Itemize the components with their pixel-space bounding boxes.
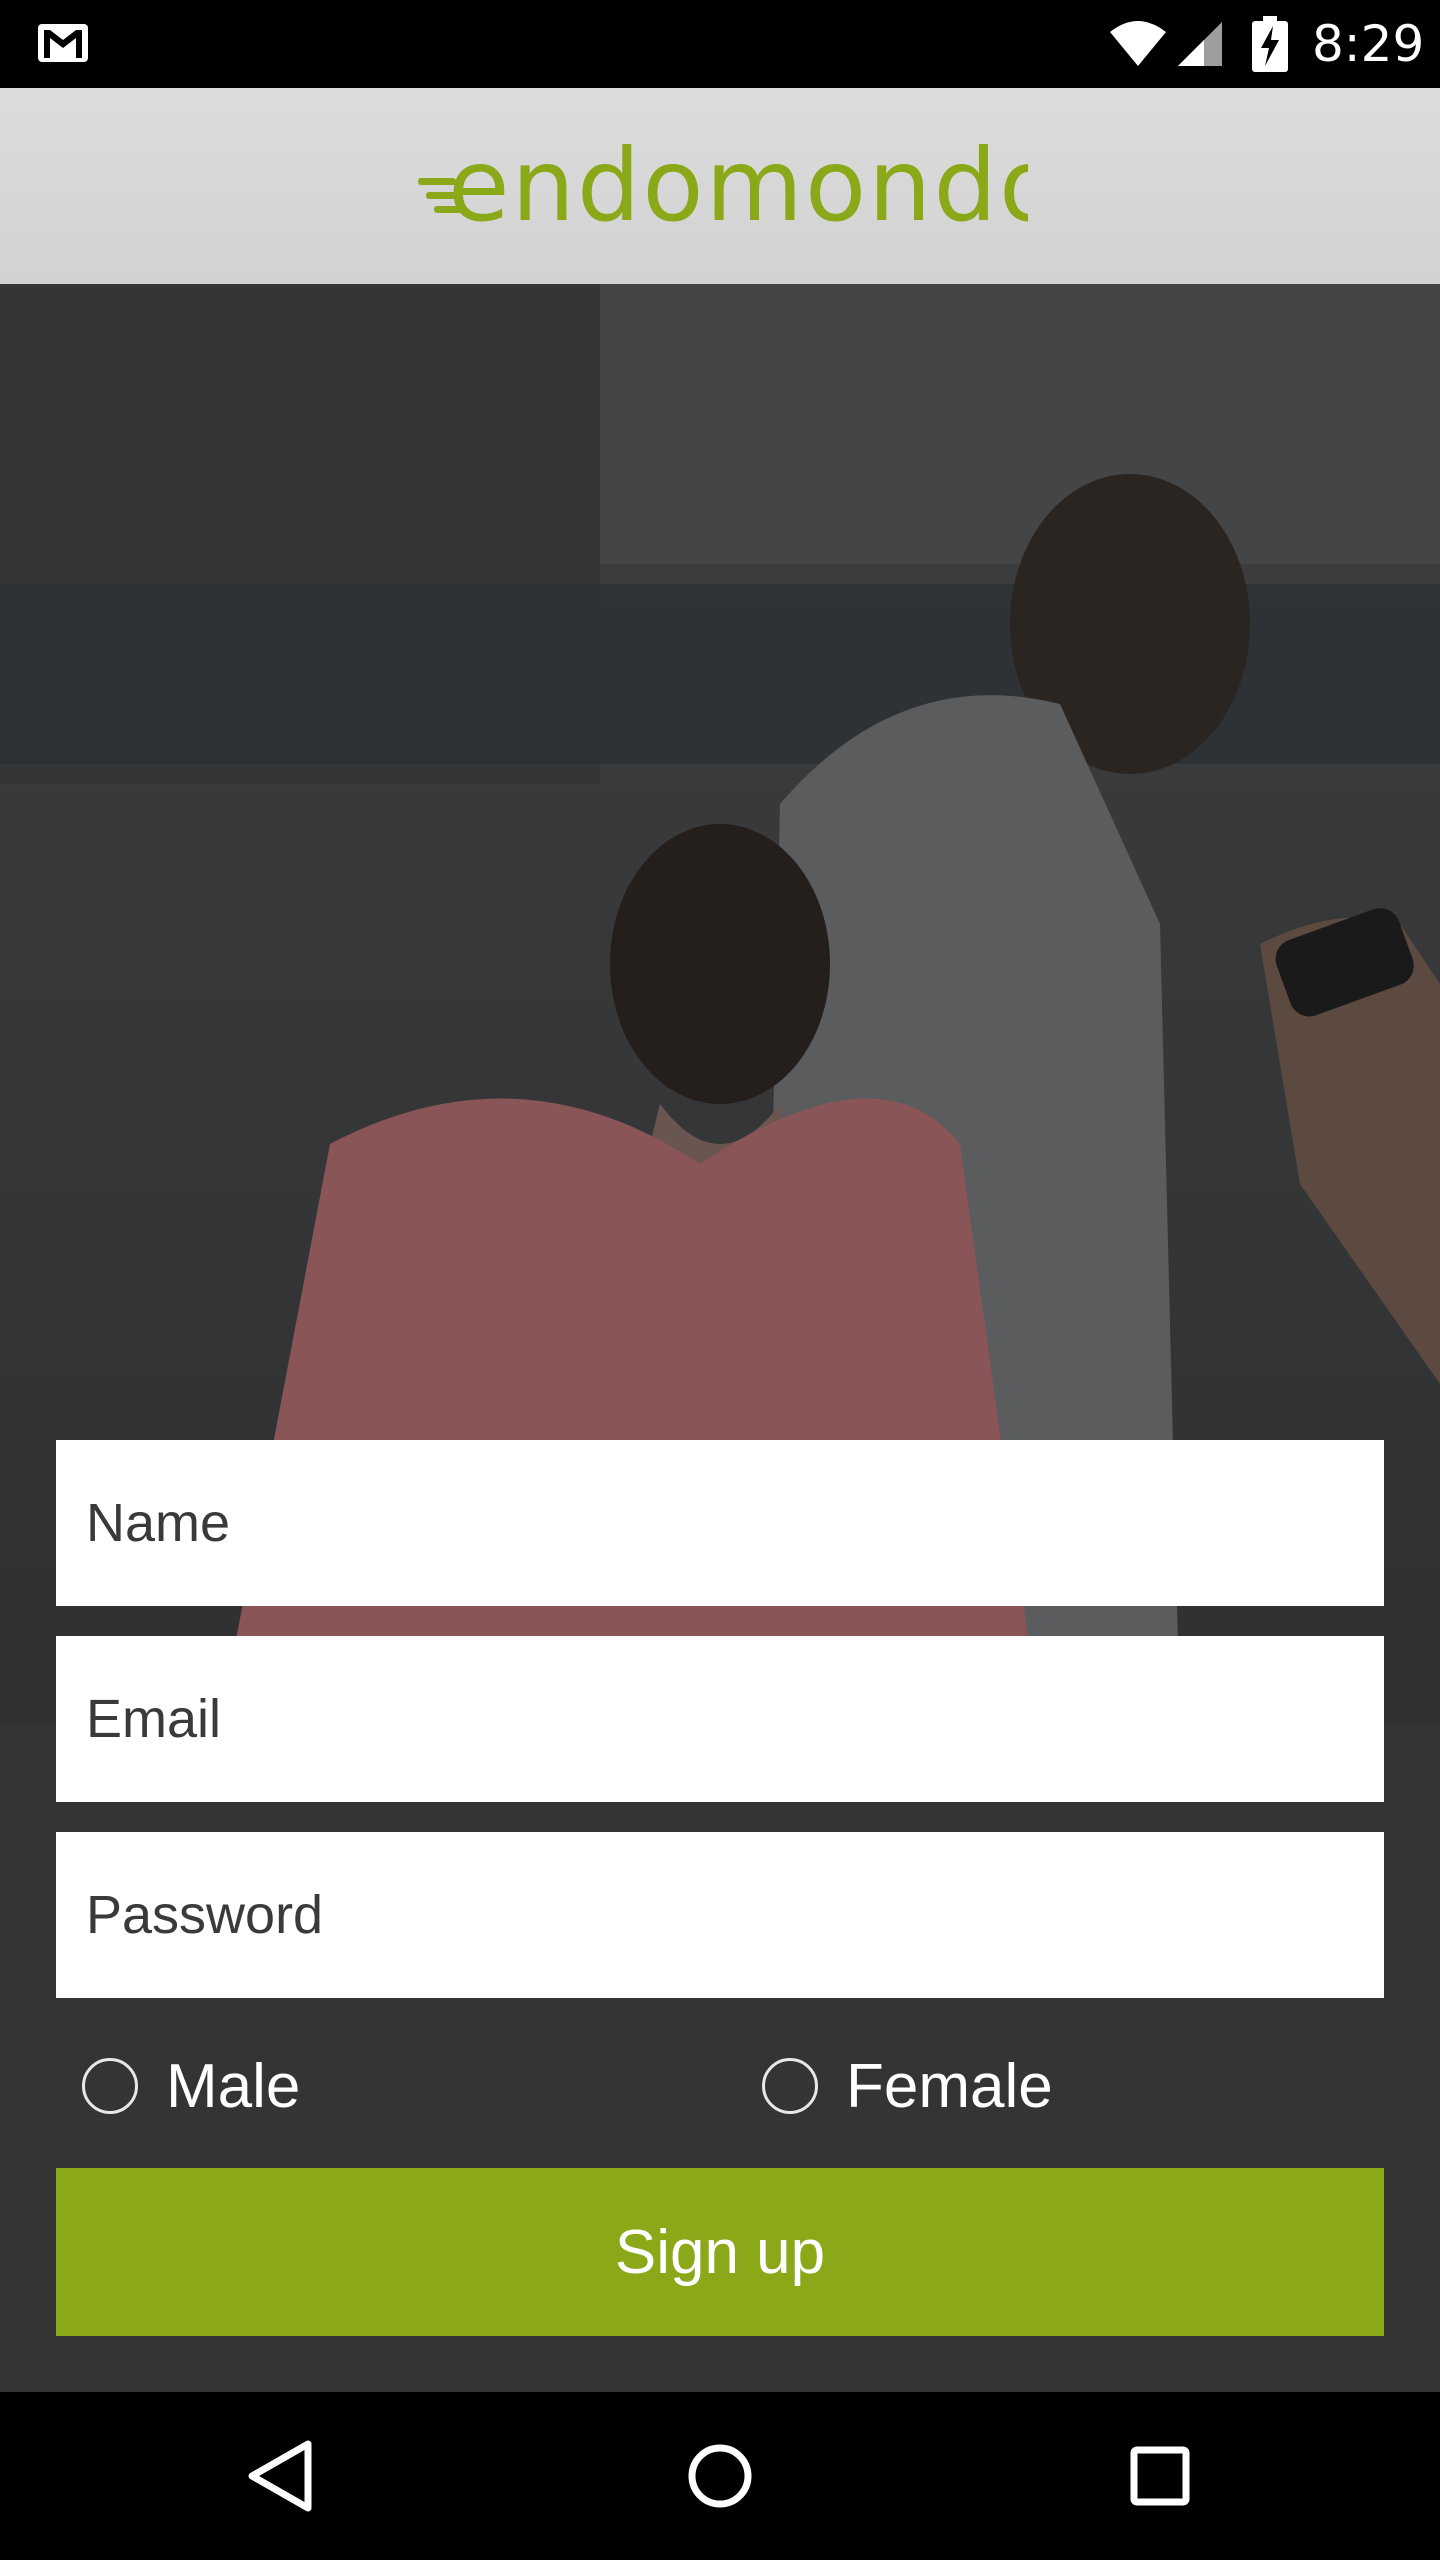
female-radio[interactable]: Female [762, 2046, 1053, 2126]
home-icon[interactable] [670, 2426, 770, 2526]
clock: 8:29 [1312, 15, 1425, 73]
female-label: Female [846, 2051, 1053, 2121]
sign-up-label: Sign up [614, 2217, 826, 2287]
wifi-icon [1110, 21, 1166, 66]
gmail-icon [38, 24, 88, 62]
endomondo-logo: endomondo [418, 130, 1028, 240]
male-radio[interactable]: Male [82, 2046, 300, 2126]
name-input[interactable] [84, 1491, 1384, 1555]
name-field[interactable] [56, 1440, 1384, 1606]
password-input[interactable] [84, 1883, 1384, 1947]
status-bar: 8:29 [0, 0, 1440, 88]
app-header: endomondo [0, 88, 1440, 284]
male-label: Male [166, 2051, 301, 2121]
recents-icon[interactable] [1110, 2426, 1210, 2526]
sign-up-button[interactable]: Sign up [56, 2168, 1384, 2336]
radio-circle-icon[interactable] [762, 2058, 818, 2114]
email-input[interactable] [84, 1687, 1384, 1751]
email-field[interactable] [56, 1636, 1384, 1802]
password-field[interactable] [56, 1832, 1384, 1998]
svg-text:endomondo: endomondo [448, 130, 1028, 240]
navigation-bar [0, 2392, 1440, 2560]
radio-circle-icon[interactable] [82, 2058, 138, 2114]
battery-charging-icon [1252, 16, 1288, 72]
back-icon[interactable] [232, 2426, 332, 2526]
signal-icon [1178, 22, 1222, 66]
